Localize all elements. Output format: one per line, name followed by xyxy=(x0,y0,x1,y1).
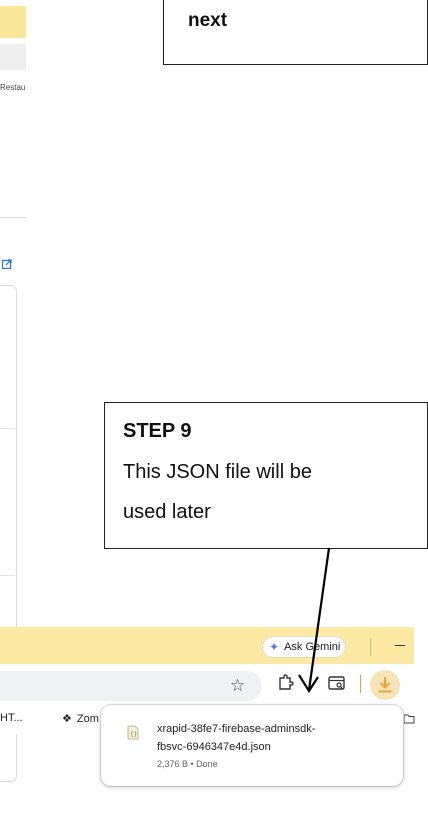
download-status: 2,376 B • Done xyxy=(157,759,218,769)
external-link-icon[interactable] xyxy=(2,259,12,269)
cropped-tab-bar xyxy=(0,6,26,38)
address-bar[interactable] xyxy=(0,671,262,701)
separator xyxy=(370,638,371,656)
puzzle-icon[interactable] xyxy=(277,673,295,691)
download-filename[interactable]: xrapid-38fe7-firebase-adminsdk- xyxy=(157,723,315,735)
cropped-bookmark-text: Restau xyxy=(0,83,26,92)
step-description-line1: This JSON file will be xyxy=(123,461,312,483)
pointer-arrow xyxy=(298,547,331,694)
minimize-window-icon[interactable] xyxy=(395,645,405,646)
star-icon[interactable]: ☆ xyxy=(230,676,245,696)
step-title: STEP 9 xyxy=(123,420,192,442)
divider xyxy=(0,575,15,576)
bookmark-item[interactable]: HT... xyxy=(0,712,23,724)
divider xyxy=(0,217,26,218)
bookmark-item[interactable]: ❖ Zom xyxy=(62,712,99,726)
browser-tab-bar xyxy=(0,627,414,664)
download-filename-cont[interactable]: fbsvc-6946347e4d.json xyxy=(157,741,271,753)
cropped-address-bar xyxy=(0,44,26,70)
divider xyxy=(0,428,15,429)
instruction-callout-next: next xyxy=(163,0,428,65)
codepen-icon: ❖ xyxy=(62,713,72,725)
instruction-callout-step9: STEP 9 This JSON file will be used later xyxy=(104,402,428,549)
sparkle-icon: ✦ xyxy=(269,640,280,654)
bookmark-label: Zom xyxy=(76,712,99,725)
callout-text: next xyxy=(188,10,228,31)
svg-text:{}: {} xyxy=(130,731,137,738)
separator xyxy=(360,675,361,693)
download-icon[interactable] xyxy=(377,676,393,694)
json-file-icon: {} xyxy=(127,725,139,740)
folder-icon[interactable] xyxy=(403,714,415,724)
step-description-line2: used later xyxy=(123,501,211,523)
